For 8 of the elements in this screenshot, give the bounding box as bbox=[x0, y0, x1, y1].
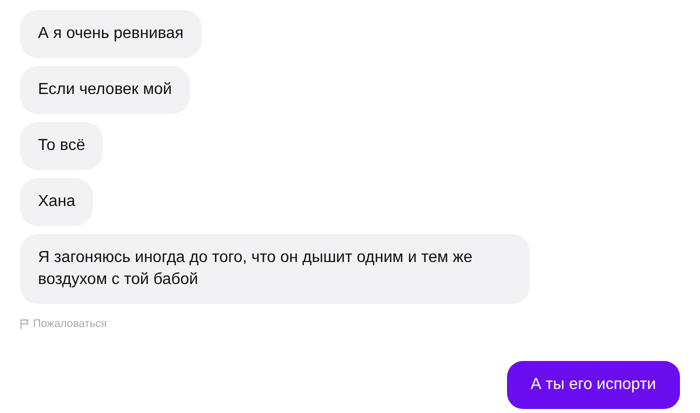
message-bubble: А я очень ревнивая bbox=[20, 10, 202, 58]
message-bubble: Если человек мой bbox=[20, 66, 190, 114]
message-bubble: Я загоняюсь иногда до того, что он дышит одним и тем же воздухом с той бабой bbox=[20, 234, 530, 304]
report-link[interactable]: Пожаловаться bbox=[33, 316, 107, 332]
message-bubble: Хана bbox=[20, 178, 94, 226]
message-bubble: То всё bbox=[20, 122, 104, 170]
flag-icon[interactable] bbox=[20, 319, 29, 330]
message-bubble: А ты его испорти bbox=[506, 360, 680, 408]
